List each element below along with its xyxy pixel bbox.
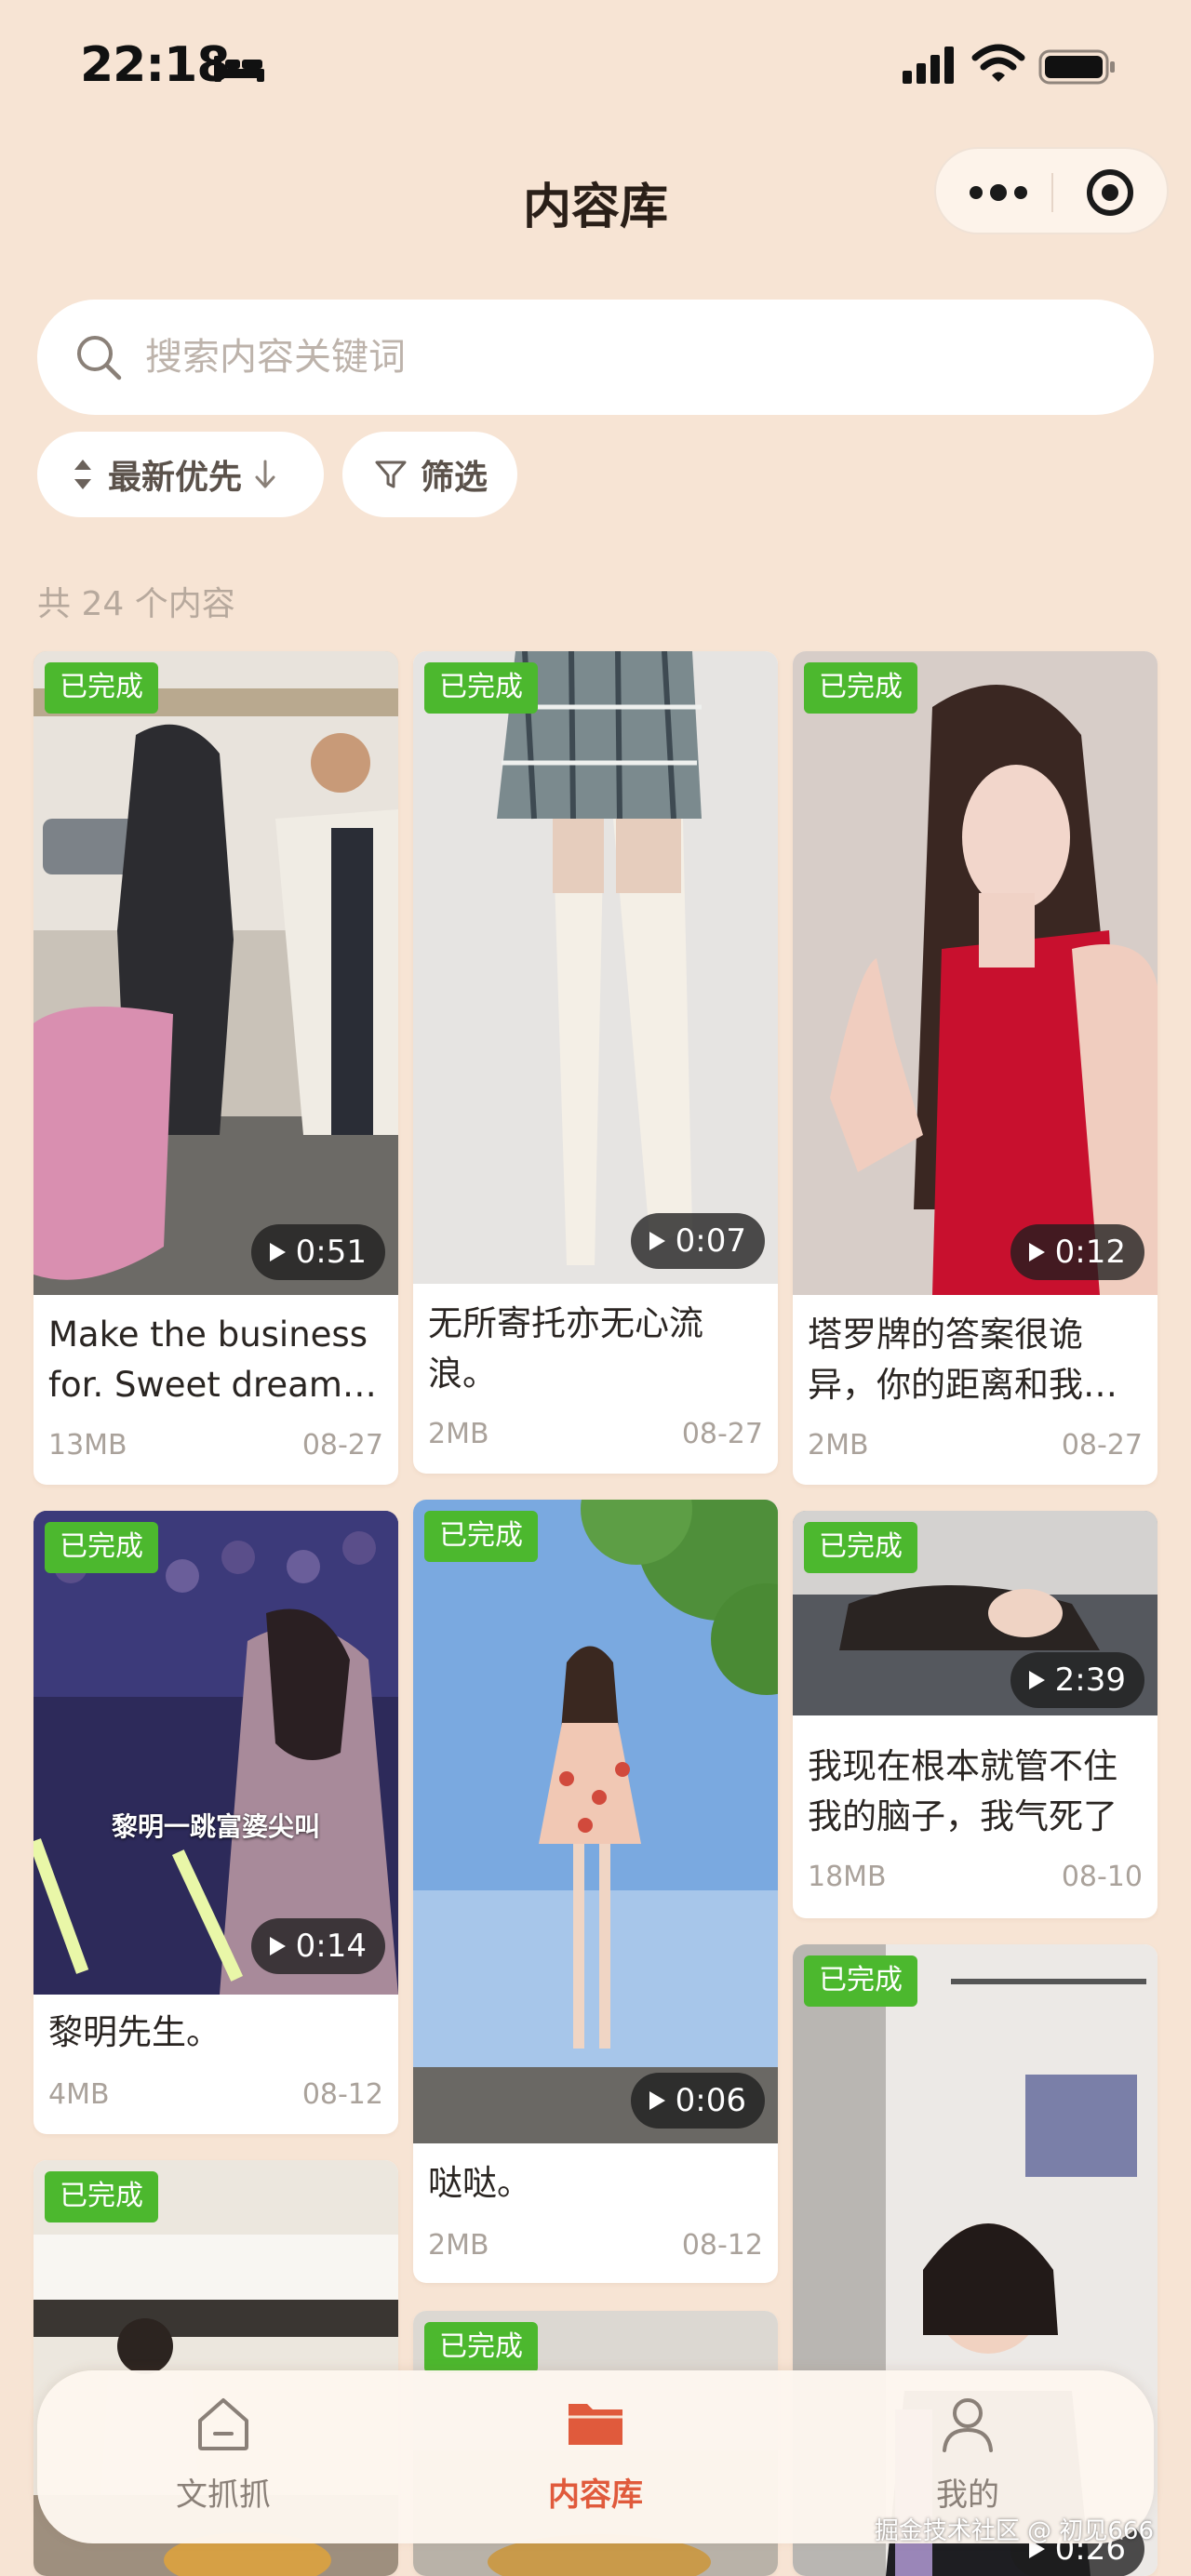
duration-badge: 0:07 xyxy=(630,1213,765,1269)
close-target-icon[interactable] xyxy=(1083,166,1137,220)
card-title: 塔罗牌的答案很诡异，你的距离和我的距离 xyxy=(808,1315,1117,1405)
play-icon xyxy=(1028,1671,1045,1689)
watermark: 掘金技术社区 @ 初见666 xyxy=(874,2517,1154,2545)
video-thumbnail: 已完成 黎明一跳富婆尖叫 0:14 xyxy=(33,1511,398,1995)
file-size: 18MB xyxy=(808,1861,887,1893)
duration-text: 2:39 xyxy=(1054,1662,1126,1699)
content-count: 共 24 个内容 xyxy=(37,585,235,623)
sort-button[interactable]: 最新优先 xyxy=(37,432,324,517)
card-title: 我现在根本就管不住我的脑子，我气死了 xyxy=(808,1746,1117,1836)
content-card[interactable]: 已完成 0:07 无所寄托亦无心流浪。 2MB 08-27 xyxy=(413,651,778,1474)
file-date: 08-12 xyxy=(301,2078,383,2111)
search-icon xyxy=(77,336,122,380)
status-badge: 已完成 xyxy=(804,1955,917,2007)
play-icon xyxy=(649,1232,665,1250)
status-badge: 已完成 xyxy=(45,2171,158,2222)
capsule-divider xyxy=(1051,173,1053,212)
search-input[interactable] xyxy=(145,326,1113,389)
tab-label: 我的 xyxy=(936,2476,999,2514)
wifi-icon xyxy=(971,44,1025,82)
duration-text: 0:06 xyxy=(675,2082,746,2119)
sort-icon xyxy=(74,460,91,489)
mini-program-capsule xyxy=(934,147,1169,234)
status-badge: 已完成 xyxy=(804,662,917,714)
duration-badge: 0:14 xyxy=(250,1918,385,1974)
file-size: 2MB xyxy=(428,1418,489,1450)
more-icon[interactable] xyxy=(964,167,1033,218)
video-caption: 黎明一跳富婆尖叫 xyxy=(111,1811,320,1842)
content-card[interactable]: 已完成 0:12 塔罗牌的答案很诡异，你的距离和我的距离 2MB 08-27 xyxy=(793,651,1158,1485)
signal-icon xyxy=(903,47,954,84)
sort-label: 最新优先 xyxy=(108,459,243,497)
file-size: 2MB xyxy=(808,1429,869,1462)
card-title: 黎明先生。 xyxy=(48,2012,221,2052)
video-thumbnail: 已完成 0:51 xyxy=(33,651,398,1295)
battery-icon xyxy=(1038,49,1115,85)
video-thumbnail: 已完成 0:07 xyxy=(413,651,778,1284)
file-date: 08-27 xyxy=(301,1429,383,1462)
filter-icon xyxy=(375,460,407,488)
duration-text: 0:51 xyxy=(295,1234,367,1271)
status-badge: 已完成 xyxy=(424,1511,538,1562)
content-card[interactable]: 已完成 0:06 哒哒。 2MB 08-12 xyxy=(413,1500,778,2283)
status-badge: 已完成 xyxy=(45,662,158,714)
play-icon xyxy=(269,1243,286,1261)
video-thumbnail: 已完成 0:06 xyxy=(413,1500,778,2143)
file-size: 13MB xyxy=(48,1429,127,1462)
status-badge: 已完成 xyxy=(804,1522,917,1573)
tab-library[interactable]: 内容库 xyxy=(456,2391,735,2515)
card-title: 无所寄托亦无心流浪。 xyxy=(428,1303,703,1394)
duration-badge: 0:51 xyxy=(250,1224,385,1280)
status-bar: 22:18 xyxy=(0,0,1191,140)
filter-label: 筛选 xyxy=(421,459,488,497)
tab-mine[interactable]: 我的 xyxy=(828,2391,1107,2515)
play-icon xyxy=(1028,1243,1045,1261)
folder-icon xyxy=(569,2404,622,2445)
search-bar[interactable] xyxy=(37,300,1154,415)
card-title: 哒哒。 xyxy=(428,2163,531,2203)
user-icon xyxy=(943,2398,993,2452)
file-size: 2MB xyxy=(428,2229,489,2262)
home-icon xyxy=(198,2398,248,2450)
video-thumbnail: 已完成 0:12 xyxy=(793,651,1158,1295)
status-badge: 已完成 xyxy=(45,1522,158,1573)
duration-text: 0:14 xyxy=(295,1928,367,1965)
file-date: 08-10 xyxy=(1061,1861,1143,1893)
duration-text: 0:07 xyxy=(675,1222,746,1260)
tab-label: 文抓抓 xyxy=(176,2476,271,2514)
bed-icon xyxy=(214,56,264,82)
duration-badge: 2:39 xyxy=(1010,1652,1144,1708)
tab-label: 内容库 xyxy=(548,2476,643,2514)
duration-text: 0:12 xyxy=(1054,1234,1126,1271)
tab-home[interactable]: 文抓抓 xyxy=(84,2391,363,2515)
duration-badge: 0:12 xyxy=(1010,1224,1144,1280)
file-date: 08-27 xyxy=(681,1418,763,1450)
file-date: 08-12 xyxy=(681,2229,763,2262)
content-card[interactable]: 已完成 0:51 Make the business for. Sweet dr… xyxy=(33,651,398,1485)
file-size: 4MB xyxy=(48,2078,110,2111)
status-badge: 已完成 xyxy=(424,662,538,714)
play-icon xyxy=(649,2091,665,2110)
card-title: Make the business for. Sweet dreams are … xyxy=(48,1315,368,1405)
file-date: 08-27 xyxy=(1061,1429,1143,1462)
arrow-down-icon xyxy=(255,460,275,488)
play-icon xyxy=(269,1937,286,1955)
video-thumbnail: 已完成 2:39 xyxy=(793,1511,1158,1715)
content-card[interactable]: 已完成 黎明一跳富婆尖叫 0:14 黎明先生。 4MB 08-12 xyxy=(33,1511,398,2134)
content-card[interactable]: 已完成 2:39 我现在根本就管不住我的脑子，我气死了 18MB 08-10 xyxy=(793,1511,1158,1918)
status-time: 22:18 xyxy=(80,37,231,93)
status-badge: 已完成 xyxy=(424,2322,538,2373)
duration-badge: 0:06 xyxy=(630,2073,765,2129)
filter-button[interactable]: 筛选 xyxy=(342,432,517,517)
